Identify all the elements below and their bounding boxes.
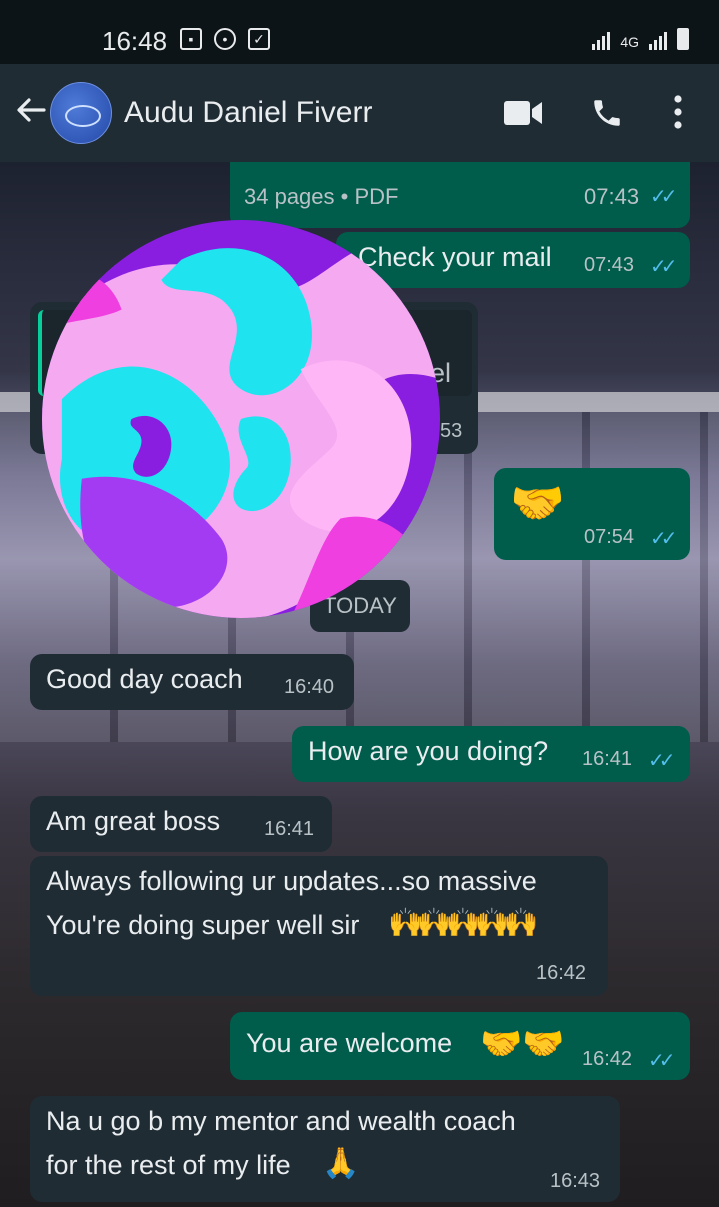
battery-icon	[677, 28, 689, 50]
message-bubble[interactable]: You are welcome 🤝🤝 16:42 ✓✓	[230, 1012, 690, 1080]
message-time: 16:40	[284, 676, 335, 698]
more-options-icon[interactable]	[672, 94, 684, 135]
message-bubble[interactable]: Am great boss 16:41	[30, 796, 332, 852]
praying-hands-emoji: 🙏	[322, 1147, 360, 1180]
message-bubble[interactable]: Always following ur updates...so massive…	[30, 856, 608, 996]
status-bar: 16:48 ▪ • ✓ 4G	[0, 0, 719, 64]
message-time: 16:41	[264, 818, 315, 840]
message-time: 16:43	[550, 1170, 601, 1192]
gallery-notification-icon: ▪	[180, 28, 202, 50]
message-bubble[interactable]: Good day coach 16:40	[30, 654, 354, 710]
read-ticks-icon: ✓✓	[650, 528, 677, 550]
message-text: How are you doing?	[308, 736, 549, 766]
message-bubble[interactable]: 🤝 07:54 ✓✓	[494, 468, 690, 560]
message-bubble[interactable]: Na u go b my mentor and wealth coach for…	[30, 1096, 620, 1202]
message-time: 07:54	[584, 526, 635, 548]
pdf-info: 34 pages • PDF	[244, 184, 399, 209]
pdf-message[interactable]: 34 pages • PDF 07:43 ✓✓	[230, 162, 690, 228]
chat-header: Audu Daniel Fiverr	[0, 64, 719, 162]
chat-area[interactable]: 34 pages • PDF 07:43 ✓✓ Check your mail …	[0, 162, 719, 1207]
back-arrow-icon[interactable]	[14, 94, 46, 132]
message-text: You are welcome	[246, 1028, 453, 1058]
signal-icon-2	[649, 30, 667, 50]
read-ticks-icon: ✓✓	[648, 750, 675, 772]
video-call-icon[interactable]	[504, 100, 542, 131]
read-ticks-icon: ✓✓	[650, 256, 677, 278]
contact-avatar[interactable]	[50, 82, 112, 144]
message-text: Am great boss	[46, 806, 221, 836]
message-time: 53	[440, 420, 463, 442]
message-time: 16:42	[582, 1048, 633, 1070]
contact-name[interactable]: Audu Daniel Fiverr	[124, 96, 372, 130]
swirl-sticker-image[interactable]	[42, 220, 440, 618]
message-text-line2: for the rest of my life	[46, 1150, 291, 1180]
signal-icon	[592, 30, 611, 50]
handshake-emoji: 🤝🤝	[480, 1025, 565, 1063]
checkbox-notification-icon: ✓	[248, 28, 270, 50]
message-bubble[interactable]: How are you doing? 16:41 ✓✓	[292, 726, 690, 782]
message-text-line1: Always following ur updates...so massive	[46, 866, 537, 896]
message-bubble[interactable]: Check your mail 07:43 ✓✓	[336, 232, 690, 288]
message-text: Check your mail	[358, 242, 552, 272]
message-time: 16:42	[536, 962, 587, 984]
read-ticks-icon: ✓✓	[648, 1050, 675, 1072]
clapping-hands-emoji: 🙌🙌🙌🙌🙌	[388, 907, 538, 938]
message-text-line2: You're doing super well sir	[46, 910, 360, 940]
read-ticks-icon: ✓✓	[650, 186, 677, 208]
notification-icons: ▪ • ✓	[180, 28, 270, 50]
status-time: 16:48	[102, 26, 168, 56]
voice-call-icon[interactable]	[590, 96, 624, 135]
handshake-emoji: 🤝	[510, 479, 565, 528]
network-type: 4G	[620, 34, 639, 50]
message-text: Good day coach	[46, 664, 243, 694]
message-text-line1: Na u go b my mentor and wealth coach	[46, 1106, 516, 1136]
message-time: 16:41	[582, 748, 633, 770]
chat-notification-icon: •	[214, 28, 236, 50]
message-time: 07:43	[584, 184, 640, 209]
message-time: 07:43	[584, 254, 635, 276]
